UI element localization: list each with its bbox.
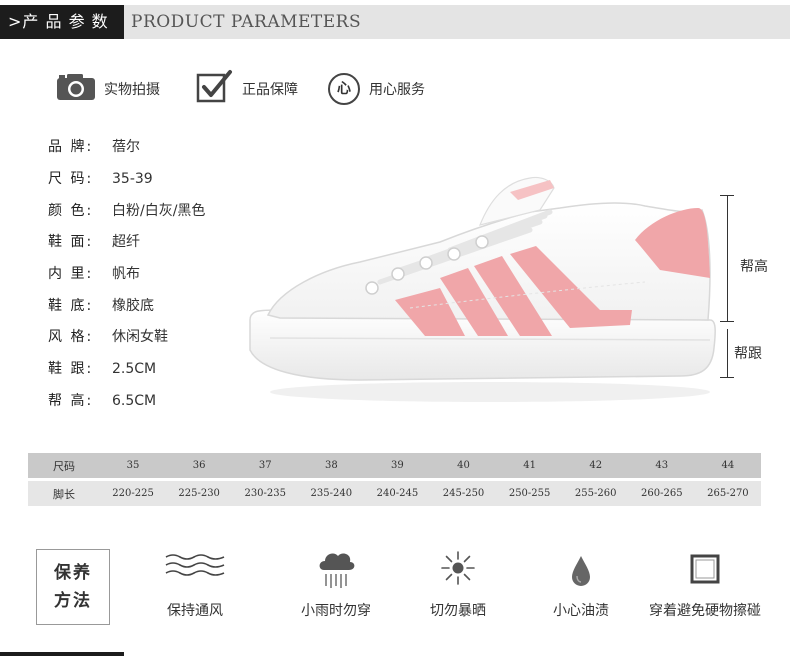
size-table: 尺码 35 36 37 38 39 40 41 42 43 44 脚长 220-…	[28, 453, 761, 506]
foot-length-cell: 265-270	[707, 488, 749, 499]
shaft-height-label: 帮高	[740, 259, 768, 275]
foot-length-cell: 250-255	[508, 488, 551, 499]
care-item-hard-objects: 穿着避免硬物擦碰	[630, 548, 780, 628]
sun-icon	[440, 550, 476, 590]
shaft-height-tick-top	[720, 195, 734, 196]
spec-row-brand: 品 牌: 蓓尔	[48, 136, 140, 158]
spec-row-heel: 鞋 跟: 2.5CM	[48, 358, 156, 380]
spec-value: 休闲女鞋	[112, 329, 168, 345]
spec-value: 橡胶底	[112, 298, 154, 314]
spec-row-size: 尺 码: 35-39	[48, 168, 153, 190]
shaft-height-tick-bottom	[720, 321, 734, 322]
heart-circle-icon: 心	[327, 72, 361, 106]
badge-label-authentic: 正品保障	[242, 82, 298, 98]
spec-row-shaft-height: 帮 高: 6.5CM	[48, 390, 156, 412]
spec-label: 内 里:	[48, 266, 94, 282]
size-cell: 37	[258, 460, 272, 471]
care-label: 保持通风	[167, 603, 223, 619]
foot-length-row: 脚长 220-225 225-230 230-235 235-240 240-2…	[28, 481, 761, 506]
spec-label: 鞋 跟:	[48, 361, 94, 377]
rain-cloud-icon	[316, 548, 356, 594]
heel-height-tick-bottom	[720, 377, 734, 378]
foot-length-cell: 235-240	[310, 488, 353, 499]
spec-label: 帮 高:	[48, 393, 94, 409]
foot-length-cell: 240-245	[376, 488, 419, 499]
heart-circle-icon-text: 心	[337, 81, 351, 97]
foot-length-cell: 225-230	[178, 488, 220, 499]
foot-length-cell: 260-265	[641, 488, 683, 499]
heel-height-line	[727, 329, 728, 377]
section-header: >产 品 参 数 PRODUCT PARAMETERS	[0, 5, 790, 39]
size-cell: 44	[721, 460, 735, 471]
spec-value: 帆布	[112, 266, 140, 282]
spec-label: 鞋 底:	[48, 298, 94, 314]
spec-value: 超纤	[112, 234, 140, 250]
care-title-line1: 保养	[54, 563, 92, 583]
spec-label: 尺 码:	[48, 171, 94, 187]
spec-label: 品 牌:	[48, 139, 94, 155]
header-tag: >产 品 参 数	[0, 5, 124, 39]
spec-value: 35-39	[112, 171, 153, 187]
spec-label: 鞋 面:	[48, 234, 94, 250]
care-title-line2: 方法	[54, 591, 92, 611]
care-item-ventilate: 保持通风	[120, 548, 270, 628]
header-title: PRODUCT PARAMETERS	[131, 12, 362, 32]
guarantee-badges: 实物拍摄 正品保障 心 用心服务	[56, 69, 476, 109]
heel-height-label: 帮跟	[734, 346, 762, 362]
badge-service: 心 用心服务	[327, 71, 425, 107]
foot-length-cell: 245-250	[442, 488, 485, 499]
badge-real-photo: 实物拍摄	[56, 71, 160, 107]
foot-length-header: 脚长	[53, 487, 75, 501]
square-icon	[690, 554, 720, 588]
spec-value: 6.5CM	[112, 393, 157, 409]
spec-value: 2.5CM	[112, 361, 157, 377]
size-cell: 40	[457, 460, 470, 471]
size-cell: 36	[192, 460, 206, 471]
foot-length-cell: 255-260	[574, 488, 617, 499]
spec-row-color: 颜 色: 白粉/白灰/黑色	[48, 200, 205, 222]
spec-value: 蓓尔	[112, 139, 140, 155]
size-header: 尺码	[53, 459, 75, 473]
spec-row-style: 风 格: 休闲女鞋	[48, 326, 168, 348]
badge-label-real-photo: 实物拍摄	[104, 82, 160, 98]
spec-row-lining: 内 里: 帆布	[48, 263, 140, 285]
badge-authentic: 正品保障	[196, 69, 298, 109]
bottom-accent-bar	[0, 652, 124, 656]
size-cell: 43	[655, 460, 669, 471]
size-row: 尺码 35 36 37 38 39 40 41 42 43 44	[28, 453, 761, 478]
camera-icon	[56, 73, 96, 105]
size-cell: 39	[391, 460, 404, 471]
care-title-box: 保养 方法	[36, 549, 110, 625]
spec-row-sole: 鞋 底: 橡胶底	[48, 295, 154, 317]
foot-length-cell: 230-235	[244, 488, 287, 499]
size-cell: 38	[324, 460, 338, 471]
wind-icon	[164, 552, 226, 582]
checkmark-icon	[196, 69, 234, 109]
shoe-image	[240, 170, 720, 430]
oil-drop-icon	[569, 554, 593, 592]
foot-length-cell: 220-225	[112, 488, 154, 499]
size-cell: 41	[523, 460, 536, 471]
size-cell: 35	[126, 460, 140, 471]
size-cell: 42	[589, 460, 603, 471]
spec-row-upper: 鞋 面: 超纤	[48, 231, 140, 253]
spec-label: 颜 色:	[48, 203, 94, 219]
badge-label-service: 用心服务	[369, 82, 425, 98]
spec-label: 风 格:	[48, 329, 94, 345]
care-label: 穿着避免硬物擦碰	[649, 603, 761, 619]
shaft-height-line	[727, 195, 728, 321]
spec-value: 白粉/白灰/黑色	[112, 203, 206, 219]
